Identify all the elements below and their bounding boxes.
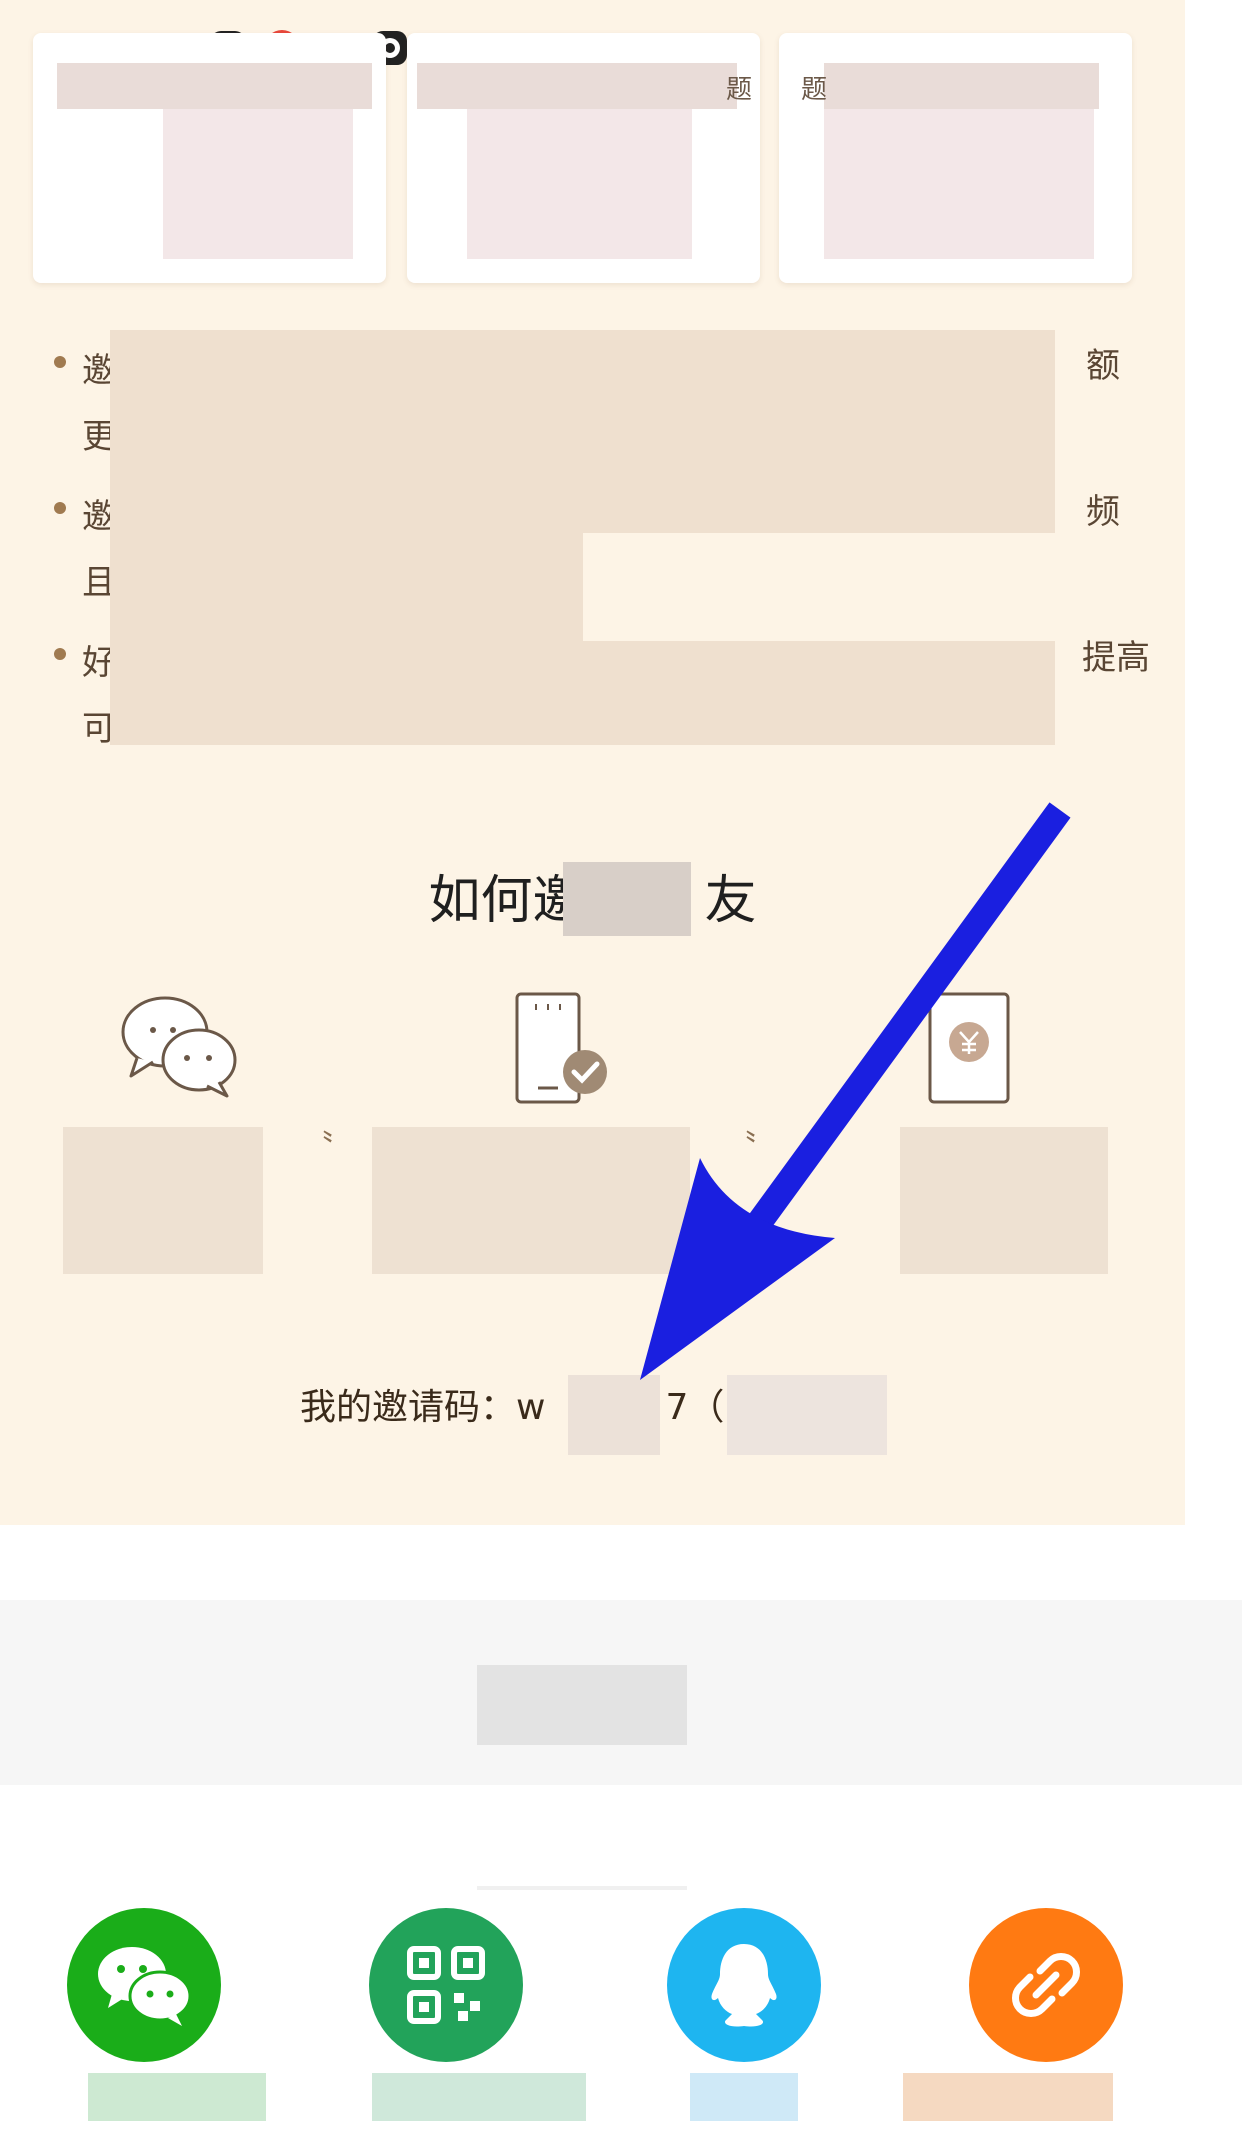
share-qrcode-button[interactable] — [369, 1908, 523, 2062]
phone-check-icon — [515, 992, 607, 1104]
qrcode-icon — [407, 1946, 485, 2024]
chat-bubbles-icon — [121, 996, 237, 1098]
share-qq-button[interactable] — [667, 1908, 821, 2062]
redacted-area — [163, 109, 353, 259]
rule-text-end: 提高 — [1082, 638, 1150, 678]
card-edge-text: 题 — [801, 75, 828, 105]
redacted-area — [903, 2073, 1113, 2121]
bullet-dot — [54, 502, 66, 514]
redacted-area — [690, 2073, 798, 2121]
step-share-wechat — [115, 990, 315, 1120]
invite-code-prefix: w — [516, 1387, 546, 1428]
qq-icon — [711, 1944, 777, 2027]
redacted-area — [824, 63, 1099, 109]
step-arrow-icon: 〟 — [322, 1113, 352, 1148]
redacted-gap — [583, 533, 1055, 641]
redacted-area — [88, 2073, 266, 2121]
card-edge-text: 题 — [725, 75, 752, 105]
redacted-area — [467, 109, 692, 259]
wechat-icon — [98, 1947, 192, 2026]
copy-link-button[interactable] — [969, 1908, 1123, 2062]
redacted-area — [477, 1665, 687, 1745]
reward-card[interactable]: 题 — [407, 33, 760, 283]
annotation-arrow-icon — [640, 802, 1071, 1380]
reward-card[interactable]: 题 — [779, 33, 1132, 283]
reward-card[interactable] — [33, 33, 386, 283]
rule-text-end: 频 — [1086, 492, 1120, 532]
rule-text-end: 额 — [1086, 346, 1120, 386]
link-icon — [1012, 1953, 1080, 2017]
redacted-area — [372, 2073, 586, 2121]
divider — [477, 1886, 687, 1890]
redacted-area — [824, 109, 1094, 259]
bullet-dot — [54, 356, 66, 368]
invite-code-label: 我的邀请码： — [300, 1387, 517, 1428]
share-wechat-button[interactable] — [67, 1908, 221, 2062]
invite-code-suffix: 7（ — [665, 1387, 725, 1428]
redacted-area — [63, 1127, 263, 1274]
redacted-area — [57, 63, 372, 109]
redacted-area — [417, 63, 737, 109]
bullet-dot — [54, 648, 66, 660]
